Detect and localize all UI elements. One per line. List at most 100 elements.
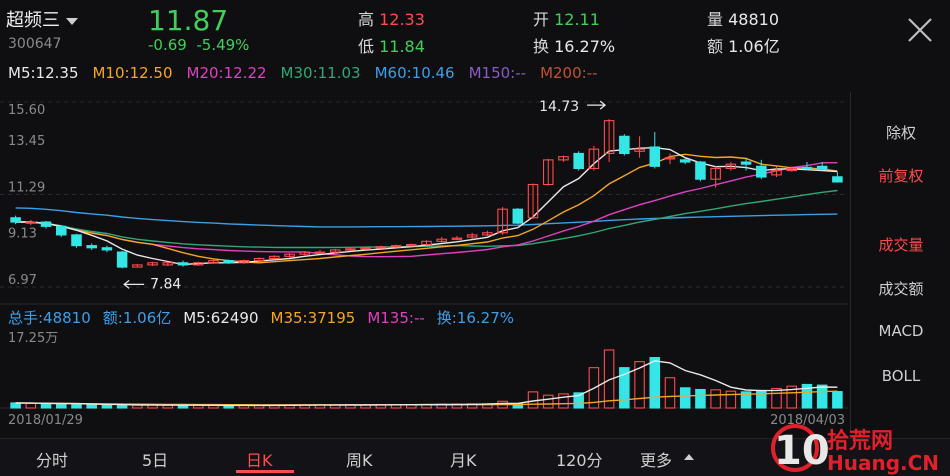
volume-legend-item-3: M35:37195	[270, 309, 356, 327]
ma60-line	[15, 207, 838, 228]
low-marker-arrow	[123, 279, 145, 289]
volume-bar	[40, 403, 52, 409]
tab-2[interactable]: 日K	[246, 447, 273, 471]
svg-text:10: 10	[774, 428, 830, 474]
high-stat: 高 12.33	[358, 6, 425, 30]
candle-body	[10, 217, 21, 223]
stock-name[interactable]: 超频三	[6, 6, 78, 32]
stock-name-text: 超频三	[6, 10, 60, 31]
candle-body	[740, 161, 752, 165]
ma-legend-item-6: M200:--	[540, 64, 598, 82]
volume-stat: 量 48810	[707, 6, 779, 30]
tab-1[interactable]: 5日	[142, 447, 168, 471]
candle-body	[801, 166, 813, 170]
side-menu-5[interactable]: BOLL	[851, 367, 950, 385]
moving-average-legend: M5:12.35 M10:12.50 M20:12.22 M30:11.03 M60:1…	[8, 64, 612, 82]
volume-bar	[679, 387, 691, 409]
high-marker-label: 14.73	[539, 99, 579, 115]
volume-bar	[558, 393, 569, 409]
volume-bar	[101, 404, 113, 409]
tab-3[interactable]: 周K	[346, 447, 373, 471]
candle-body	[86, 245, 97, 249]
volume-ma5-line	[15, 360, 838, 407]
ma-legend-item-4: M60:10.46	[374, 64, 455, 82]
volume-value: 48810	[728, 10, 780, 29]
price-change: -0.69 -5.49%	[148, 36, 249, 54]
volume-max-label: 17.25万	[8, 331, 58, 346]
volume-bar	[71, 403, 82, 409]
turnover-stat: 换 16.27%	[533, 33, 615, 57]
change-value: -0.69	[148, 36, 187, 54]
candle-body	[116, 251, 128, 268]
candle-body	[649, 146, 661, 167]
volume-bar	[695, 388, 706, 409]
volume-bar	[725, 390, 737, 409]
y-tick-label-4: 6.97	[8, 273, 37, 288]
candle-body	[101, 247, 113, 251]
turnover-label: 换	[533, 37, 550, 56]
side-menu-2[interactable]: 成交量	[851, 234, 950, 255]
tab-0[interactable]: 分时	[36, 447, 68, 471]
quote-header: 超频三 300647 11.87 -0.69 -5.49% 高 12.33 低 …	[0, 0, 950, 60]
y-tick-label-2: 11.29	[8, 180, 45, 195]
volume-bar	[55, 403, 67, 409]
low-marker-label: 7.84	[150, 276, 181, 292]
volume-bar	[710, 389, 721, 409]
active-tab-underline	[236, 470, 294, 473]
y-tick-label-0: 15.60	[8, 103, 45, 118]
volume-legend-item-1: 额:1.06亿	[102, 309, 172, 327]
volume-legend-item-5: 换:16.27%	[436, 309, 515, 327]
ma-legend-item-5: M150:--	[468, 64, 527, 82]
x-start-label: 2018/01/29	[8, 413, 83, 428]
side-menu-3[interactable]: 成交额	[851, 278, 950, 299]
low-stat: 低 11.84	[358, 33, 425, 57]
candle-body	[695, 161, 706, 180]
chevron-up-icon[interactable]	[684, 454, 694, 460]
high-marker-arrow	[587, 100, 607, 110]
tab-5[interactable]: 120分	[556, 447, 603, 471]
ma-legend-item-2: M20:12.22	[186, 64, 267, 82]
amount-stat: 额 1.06亿	[707, 33, 780, 57]
volume-label: 量	[707, 10, 724, 29]
open-stat: 开 12.11	[533, 6, 600, 30]
ma-legend-item-1: M10:12.50	[92, 64, 173, 82]
y-tick-label-1: 13.45	[8, 134, 45, 149]
candle-body	[832, 176, 843, 183]
tab-6[interactable]: 更多	[640, 447, 672, 471]
candle-body	[816, 165, 828, 170]
volume-bar	[542, 394, 554, 409]
stock-code: 300647	[8, 36, 62, 52]
candle-body	[756, 165, 767, 178]
candle-body	[619, 135, 630, 154]
change-percent: -5.49%	[196, 36, 250, 54]
side-menu-4[interactable]: MACD	[851, 322, 950, 340]
volume-bar	[832, 391, 843, 409]
side-menu-1[interactable]: 前复权	[851, 165, 950, 186]
candle-body	[177, 262, 189, 266]
candle-body	[40, 221, 52, 227]
kline-chart[interactable]: 15.60 13.45 11.29 9.13 6.97 14.73 7.84 17.25万 20…	[0, 86, 850, 441]
side-menu-0[interactable]: 除权	[851, 122, 950, 143]
chevron-down-icon[interactable]	[66, 17, 78, 25]
volume-bar	[816, 384, 828, 409]
candle-body	[573, 152, 584, 170]
low-value: 11.84	[379, 37, 425, 56]
y-tick-label-3: 9.13	[8, 227, 37, 242]
ma-legend-item-3: M30:11.03	[280, 64, 361, 82]
close-icon[interactable]	[906, 16, 934, 44]
indicator-side-menu: 除权前复权成交量成交额 MACD BOLL	[850, 92, 950, 432]
amount-label: 额	[707, 37, 724, 56]
volume-legend-item-0: 总手:48810	[8, 309, 91, 327]
low-label: 低	[358, 37, 375, 56]
volume-bar	[649, 357, 661, 409]
volume-bar	[25, 402, 37, 409]
candle-body	[71, 234, 82, 247]
volume-bar	[86, 404, 97, 409]
tab-4[interactable]: 月K	[450, 447, 477, 471]
ma-legend-item-0: M5:12.35	[8, 64, 79, 82]
volume-bar	[771, 387, 782, 409]
candle-body	[679, 159, 691, 163]
volume-legend: 总手:48810 额:1.06亿 M5:62490 M35:37195 M135:-- 换…	[8, 307, 526, 328]
open-value: 12.11	[554, 10, 600, 29]
watermark-logo: 10 拾荒网 Huang.CN	[771, 424, 939, 475]
